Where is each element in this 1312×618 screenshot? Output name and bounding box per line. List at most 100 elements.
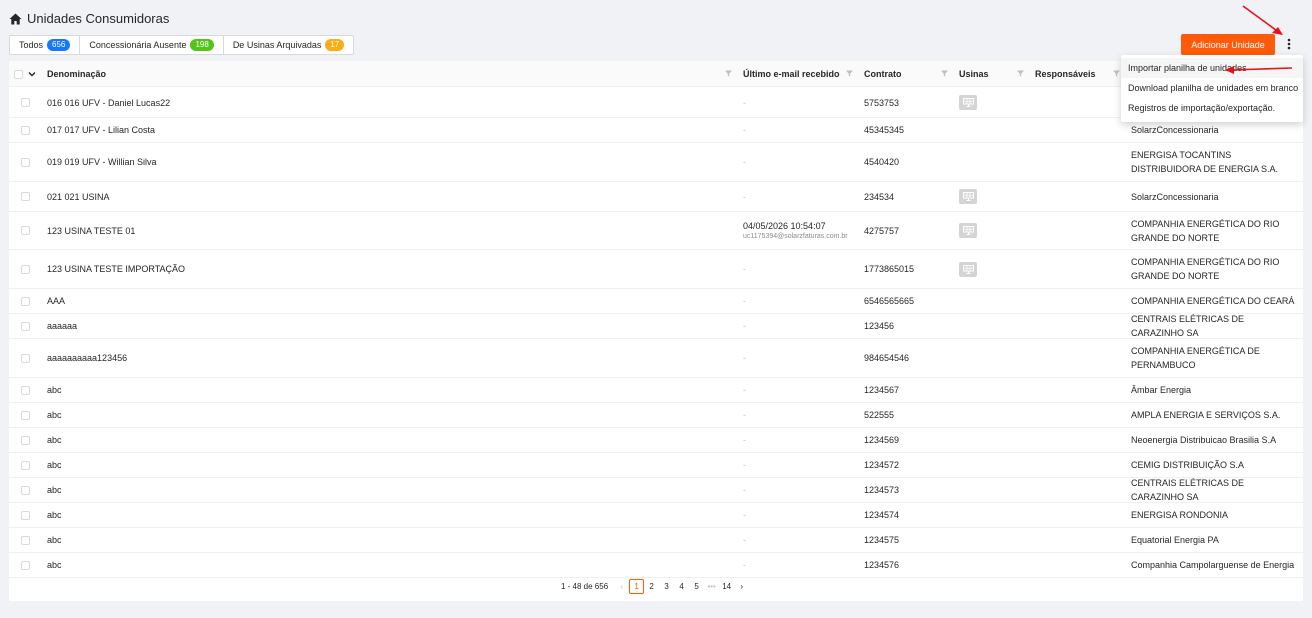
table-row[interactable]: aaaaaaaaaa123456 - 984654546 COMPANHIA ENER… <box>9 339 1303 378</box>
last-email: 04/05/2026 10:54:07 uc1175394@solarzfatur… <box>743 212 848 249</box>
select-all-checkbox[interactable] <box>14 61 23 87</box>
contract-number: 123456 <box>864 321 895 331</box>
distributor-name: CENTRAIS ELÉTRICAS DE CARAZINHO SA <box>1131 478 1245 502</box>
table-row[interactable]: abc - 1234576 Companhia Campolarguense de E… <box>9 553 1303 578</box>
row-checkbox[interactable] <box>21 182 30 211</box>
unit-name: 123 USINA TESTE IMPORTAÇÃO <box>47 264 186 274</box>
menu-item-import-spreadsheet[interactable]: Importar planilha de unidades <box>1121 58 1303 78</box>
row-checkbox[interactable] <box>21 553 30 577</box>
filter-icon[interactable] <box>1113 70 1120 77</box>
row-checkbox[interactable] <box>21 143 30 181</box>
last-email: - <box>743 353 746 363</box>
last-email: - <box>743 560 746 570</box>
table-row[interactable]: 016 016 UFV - Daniel Lucas22 - 5753753 <box>9 88 1303 118</box>
distributor-name: COMPANHIA ENERGÉTICA DO RIO GRANDE DO NO… <box>1131 218 1280 243</box>
more-vertical-icon[interactable] <box>1283 36 1295 52</box>
tab-0[interactable]: Todos 656 <box>9 35 81 55</box>
pagination-ellipsis[interactable]: ••• <box>704 579 719 594</box>
table-row[interactable]: 017 017 UFV - Lilian Costa -45345345 Solar… <box>9 118 1303 143</box>
distributor-name: ENERGISA TOCANTINS DISTRIBUIDORA DE ENER… <box>1131 150 1279 174</box>
filter-icon[interactable] <box>725 70 732 77</box>
table-row[interactable]: abc - 1234573 CENTRAIS ELÉTRICAS DE CARAZIN… <box>9 478 1303 503</box>
contract-number: 1234572 <box>864 460 900 470</box>
contract-number: 5753753 <box>864 97 900 108</box>
table-row[interactable]: abc - 1234572 CEMIG DISTRIBUIÇÃO S.A <box>9 453 1303 478</box>
menu-item-download-blank-template[interactable]: Download planilha de unidades em branco <box>1121 78 1303 98</box>
row-checkbox[interactable] <box>21 503 30 527</box>
unit-name: 123 USINA TESTE 01 <box>47 225 136 236</box>
unit-name: 017 017 UFV - Lilian Costa <box>47 125 156 135</box>
filter-icon[interactable] <box>941 70 948 77</box>
last-email: - <box>743 460 746 470</box>
row-checkbox[interactable] <box>21 289 30 313</box>
table-row[interactable]: 019 019 UFV - Willian Silva - 4540420 ENERG… <box>9 143 1303 182</box>
page-3[interactable]: 3 <box>659 579 674 594</box>
table-row[interactable]: aaaaaa - 123456 CENTRAIS ELÉTRICAS DE CARAZ… <box>9 314 1303 339</box>
plant-cell[interactable] <box>959 182 977 211</box>
page-4[interactable]: 4 <box>674 579 689 594</box>
solar-panel-icon[interactable] <box>959 261 977 277</box>
plant-cell[interactable] <box>959 250 977 288</box>
row-checkbox[interactable] <box>21 314 30 338</box>
column-responsible[interactable]: Responsáveis <box>1035 61 1096 87</box>
table-row[interactable]: abc - 1234569 Neoenergia Distribuicao Brasi… <box>9 428 1303 453</box>
row-checkbox[interactable] <box>21 453 30 477</box>
distributor-name: Equatorial Energia PA <box>1131 535 1219 545</box>
table-row[interactable]: abc - 522555 AMPLA ENERGIA E SERVIÇOS S.A. <box>9 403 1303 428</box>
table-row[interactable]: abc - 1234574 ENERGISA RONDONIA <box>9 503 1303 528</box>
row-checkbox[interactable] <box>21 478 30 502</box>
contract-number: 234534 <box>864 191 895 202</box>
row-checkbox[interactable] <box>21 378 30 402</box>
table-row[interactable]: abc - 1234567 Âmbar Energia <box>9 378 1303 403</box>
page-header: Unidades Consumidoras <box>9 11 169 26</box>
page-5[interactable]: 5 <box>689 579 704 594</box>
tab-1[interactable]: Concessionária Ausente 198 <box>79 35 224 55</box>
row-checkbox[interactable] <box>21 339 30 377</box>
next-page-icon[interactable]: › <box>734 579 749 594</box>
row-checkbox[interactable] <box>21 212 30 249</box>
filter-icon[interactable] <box>846 70 853 77</box>
last-email: - <box>743 125 746 135</box>
email-date: 04/05/2026 10:54:07 <box>743 221 826 231</box>
row-checkbox[interactable] <box>21 88 30 117</box>
tab-label: Concessionária Ausente <box>89 40 187 50</box>
row-checkbox[interactable] <box>21 528 30 552</box>
table-row[interactable]: 123 USINA TESTE IMPORTAÇÃO - 1773865015 COM… <box>9 250 1303 289</box>
row-checkbox[interactable] <box>21 118 30 142</box>
row-checkbox[interactable] <box>21 403 30 427</box>
tab-2[interactable]: De Usinas Arquivadas 17 <box>222 35 355 55</box>
table-row[interactable]: 123 USINA TESTE 01 04/05/2026 10:54:07 uc1… <box>9 212 1303 250</box>
email-address: uc1175394@solarzfaturas.com.br <box>743 233 848 240</box>
last-email: - <box>743 385 746 395</box>
more-actions-menu: Importar planilha de unidades Download pl… <box>1121 55 1303 122</box>
column-name[interactable]: Denominação <box>47 61 106 87</box>
chevron-down-icon[interactable] <box>28 70 36 78</box>
solar-panel-icon[interactable] <box>959 95 977 110</box>
last-email: - <box>743 510 746 520</box>
table-row[interactable]: AAA - 6546565665 COMPANHIA ENERGÉTICA DO CE… <box>9 289 1303 314</box>
table-row[interactable]: 021 021 USINA - 234534 SolarzConcessionaria <box>9 182 1303 212</box>
solar-panel-icon[interactable] <box>959 189 977 204</box>
distributor-name: COMPANHIA ENERGÉTICA DO RIO GRANDE DO NO… <box>1131 257 1280 281</box>
solar-panel-icon[interactable] <box>959 223 977 238</box>
unit-name: abc <box>47 410 62 420</box>
prev-page-icon[interactable]: ‹ <box>614 579 629 594</box>
unit-name: 016 016 UFV - Daniel Lucas22 <box>47 97 171 108</box>
column-plants[interactable]: Usinas <box>959 61 989 87</box>
plant-cell[interactable] <box>959 212 977 249</box>
plant-cell[interactable] <box>959 88 977 117</box>
page-last[interactable]: 14 <box>719 579 734 594</box>
filter-tabs: Todos 656 Concessionária Ausente 198 De Usin… <box>9 35 355 55</box>
row-checkbox[interactable] <box>21 250 30 288</box>
page-2[interactable]: 2 <box>644 579 659 594</box>
distributor-name: COMPANHIA ENERGÉTICA DO CEARÁ <box>1131 296 1295 306</box>
filter-icon[interactable] <box>1017 70 1024 77</box>
column-contract[interactable]: Contrato <box>864 61 902 87</box>
page-1[interactable]: 1 <box>629 579 645 594</box>
column-last-email[interactable]: Último e-mail recebido <box>743 61 840 87</box>
add-unit-button[interactable]: Adicionar Unidade <box>1181 34 1275 55</box>
count-badge: 198 <box>190 39 214 51</box>
menu-item-import-export-logs[interactable]: Registros de importação/exportação. <box>1121 98 1303 118</box>
row-checkbox[interactable] <box>21 428 30 452</box>
table-row[interactable]: abc - 1234575 Equatorial Energia PA <box>9 528 1303 553</box>
